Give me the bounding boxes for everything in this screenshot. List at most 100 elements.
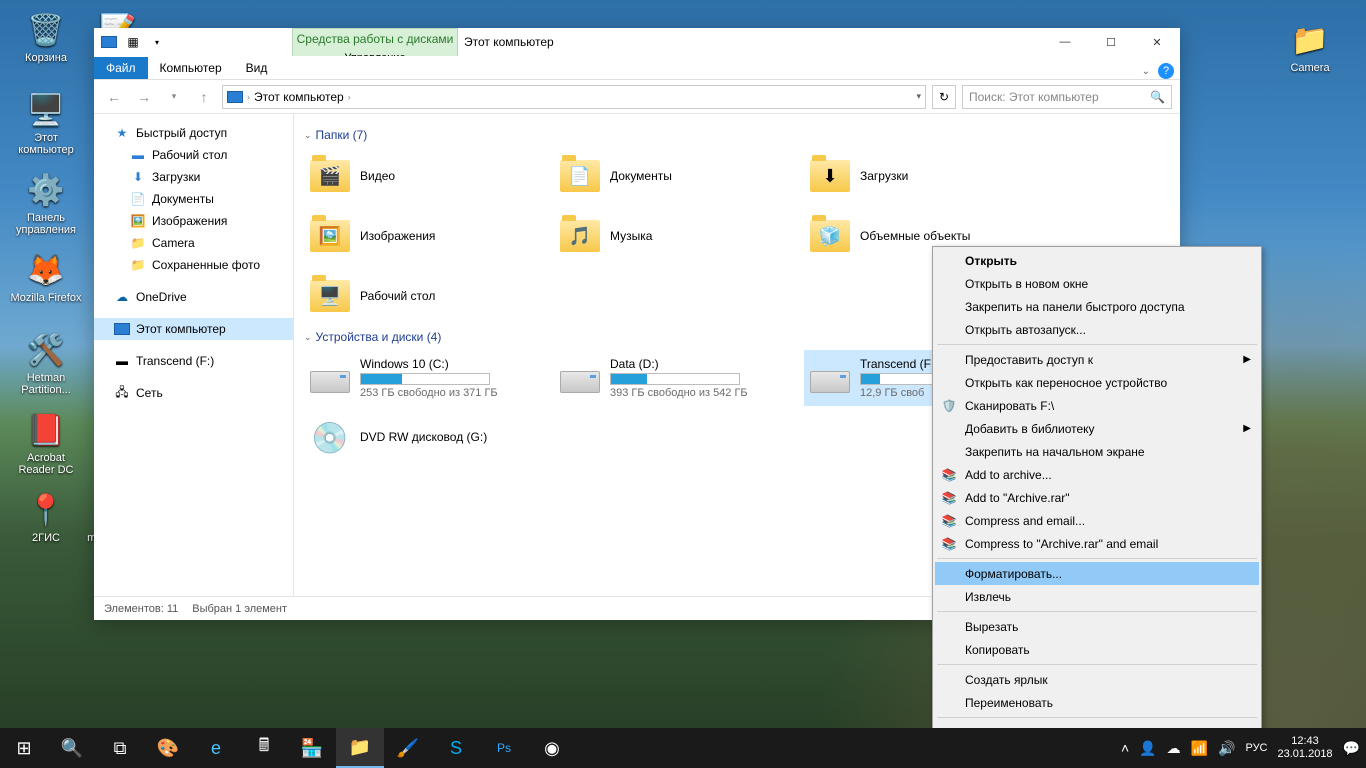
desktop-icon-label: Hetman Partition...	[10, 372, 82, 396]
people-icon[interactable]: 👤	[1139, 740, 1156, 757]
app-icon: 🛠️	[26, 330, 66, 370]
clock[interactable]: 12:43 23.01.2018	[1278, 735, 1333, 761]
system-menu-icon[interactable]	[98, 31, 120, 53]
onedrive-tray-icon[interactable]: ☁	[1167, 740, 1181, 757]
nav-transcend[interactable]: ▬Transcend (F:)	[94, 350, 293, 372]
drive-item[interactable]: Data (D:)393 ГБ свободно из 542 ГБ	[554, 350, 794, 406]
context-menu-item[interactable]: Вырезать	[935, 615, 1259, 638]
taskbar-paint[interactable]: 🎨	[144, 728, 192, 768]
start-button[interactable]: ⊞	[0, 728, 48, 768]
qat-dropdown-icon[interactable]: ▾	[146, 31, 168, 53]
desktop-icon[interactable]: 🦊Mozilla Firefox	[10, 250, 82, 322]
recent-dropdown[interactable]: ▾	[162, 85, 186, 109]
minimize-button[interactable]: —	[1042, 28, 1088, 56]
context-menu-item[interactable]: Извлечь	[935, 585, 1259, 608]
context-menu-item[interactable]: Открыть в новом окне	[935, 272, 1259, 295]
forward-button[interactable]: →	[132, 85, 156, 109]
desktop-icon-camera[interactable]: 📁 Camera	[1274, 20, 1346, 92]
desktop-icon[interactable]: 📕Acrobat Reader DC	[10, 410, 82, 482]
context-menu-item[interactable]: Открыть как переносное устройство	[935, 371, 1259, 394]
folder-item[interactable]: 🎵Музыка	[554, 208, 794, 264]
nav-this-pc[interactable]: Этот компьютер	[94, 318, 293, 340]
context-menu-item[interactable]: 📚Add to archive...	[935, 463, 1259, 486]
taskbar-edge[interactable]: e	[192, 728, 240, 768]
context-menu-item[interactable]: Переименовать	[935, 691, 1259, 714]
context-menu-item[interactable]: 🛡️Сканировать F:\	[935, 394, 1259, 417]
action-center-icon[interactable]: 💬	[1343, 740, 1360, 757]
menu-item-icon: 📚	[941, 467, 957, 483]
close-button[interactable]: ✕	[1134, 28, 1180, 56]
desktop-icon-label: Mozilla Firefox	[11, 292, 82, 304]
up-button[interactable]: ↑	[192, 85, 216, 109]
menu-separator	[937, 344, 1257, 345]
nav-downloads[interactable]: ⬇Загрузки	[94, 166, 293, 188]
taskbar-snip[interactable]: 🖌️	[384, 728, 432, 768]
context-menu-item[interactable]: 📚Add to "Archive.rar"	[935, 486, 1259, 509]
context-menu-item[interactable]: 📚Compress to "Archive.rar" and email	[935, 532, 1259, 555]
free-space-label: 253 ГБ свободно из 371 ГБ	[360, 387, 498, 399]
folder-item[interactable]: 🖼️Изображения	[304, 208, 544, 264]
folder-item[interactable]: ⬇Загрузки	[804, 148, 1044, 204]
nav-onedrive[interactable]: ☁OneDrive	[94, 286, 293, 308]
desktop-icon[interactable]: 📍2ГИС	[10, 490, 82, 562]
context-menu-item[interactable]: Открыть автозапуск...	[935, 318, 1259, 341]
address-dropdown-icon[interactable]: ▾	[916, 91, 921, 102]
group-folders-header[interactable]: ⌄Папки (7)	[304, 122, 1170, 148]
nav-network[interactable]: 🖧Сеть	[94, 382, 293, 404]
task-view-button[interactable]: ⧉	[96, 728, 144, 768]
folder-icon: 📁	[1290, 20, 1330, 60]
nav-camera[interactable]: 📁Camera	[94, 232, 293, 254]
language-indicator[interactable]: РУС	[1245, 742, 1267, 754]
folder-item[interactable]: 🎬Видео	[304, 148, 544, 204]
taskbar-chrome[interactable]: ◉	[528, 728, 576, 768]
download-icon: ⬇	[130, 169, 146, 185]
folder-icon: 📁	[130, 257, 146, 273]
search-button[interactable]: 🔍	[48, 728, 96, 768]
network-icon: 🖧	[114, 385, 130, 401]
taskbar-calc[interactable]: 🖩	[240, 728, 288, 768]
drive-item[interactable]: Windows 10 (C:)253 ГБ свободно из 371 ГБ	[304, 350, 544, 406]
folder-item[interactable]: 🖥️Рабочий стол	[304, 268, 544, 324]
context-menu-item[interactable]: Закрепить на панели быстрого доступа	[935, 295, 1259, 318]
context-menu-item[interactable]: Копировать	[935, 638, 1259, 661]
props-icon[interactable]: ▦	[122, 31, 144, 53]
titlebar: ▦ ▾ Средства работы с дисками Управление…	[94, 28, 1180, 56]
volume-icon[interactable]: 🔊	[1218, 740, 1235, 757]
taskbar-skype[interactable]: S	[432, 728, 480, 768]
tab-view[interactable]: Вид	[234, 57, 280, 79]
address-bar[interactable]: › Этот компьютер › ▾	[222, 85, 926, 109]
taskbar-photoshop[interactable]: Ps	[480, 728, 528, 768]
desktop-icon[interactable]: 🖥️Этот компьютер	[10, 90, 82, 162]
back-button[interactable]: ←	[102, 85, 126, 109]
desktop-icon[interactable]: 🗑️Корзина	[10, 10, 82, 82]
drive-item[interactable]: 💿DVD RW дисковод (G:)	[304, 410, 544, 466]
refresh-button[interactable]: ↻	[932, 85, 956, 109]
taskbar-explorer[interactable]: 📁	[336, 728, 384, 768]
context-menu-item[interactable]: Создать ярлык	[935, 668, 1259, 691]
folder-item[interactable]: 📄Документы	[554, 148, 794, 204]
nav-desktop[interactable]: ▬Рабочий стол	[94, 144, 293, 166]
nav-saved-photos[interactable]: 📁Сохраненные фото	[94, 254, 293, 276]
desktop-icon[interactable]: 🛠️Hetman Partition...	[10, 330, 82, 402]
maximize-button[interactable]: ☐	[1088, 28, 1134, 56]
nav-documents[interactable]: 📄Документы	[94, 188, 293, 210]
app-icon: 🖥️	[26, 90, 66, 130]
search-box[interactable]: Поиск: Этот компьютер 🔍	[962, 85, 1172, 109]
help-icon[interactable]: ?	[1158, 63, 1174, 79]
tab-file[interactable]: Файл	[94, 57, 148, 79]
tab-computer[interactable]: Компьютер	[148, 57, 234, 79]
context-menu-item[interactable]: 📚Compress and email...	[935, 509, 1259, 532]
context-menu-item[interactable]: Открыть	[935, 249, 1259, 272]
desktop-icon[interactable]: ⚙️Панель управления	[10, 170, 82, 242]
tray-chevron-up-icon[interactable]: ˄	[1121, 740, 1129, 756]
context-menu-item[interactable]: Предоставить доступ к▶	[935, 348, 1259, 371]
ribbon-expand-icon[interactable]: ⌄	[1142, 66, 1150, 77]
nav-pictures[interactable]: 🖼️Изображения	[94, 210, 293, 232]
wifi-icon[interactable]: 📶	[1191, 740, 1208, 757]
context-menu-item[interactable]: Добавить в библиотеку▶	[935, 417, 1259, 440]
nav-quick-access[interactable]: ★Быстрый доступ	[94, 122, 293, 144]
context-menu-item[interactable]: Форматировать...	[935, 562, 1259, 585]
taskbar-store[interactable]: 🏪	[288, 728, 336, 768]
context-menu-item[interactable]: Закрепить на начальном экране	[935, 440, 1259, 463]
breadcrumb-root[interactable]: Этот компьютер	[254, 90, 344, 104]
